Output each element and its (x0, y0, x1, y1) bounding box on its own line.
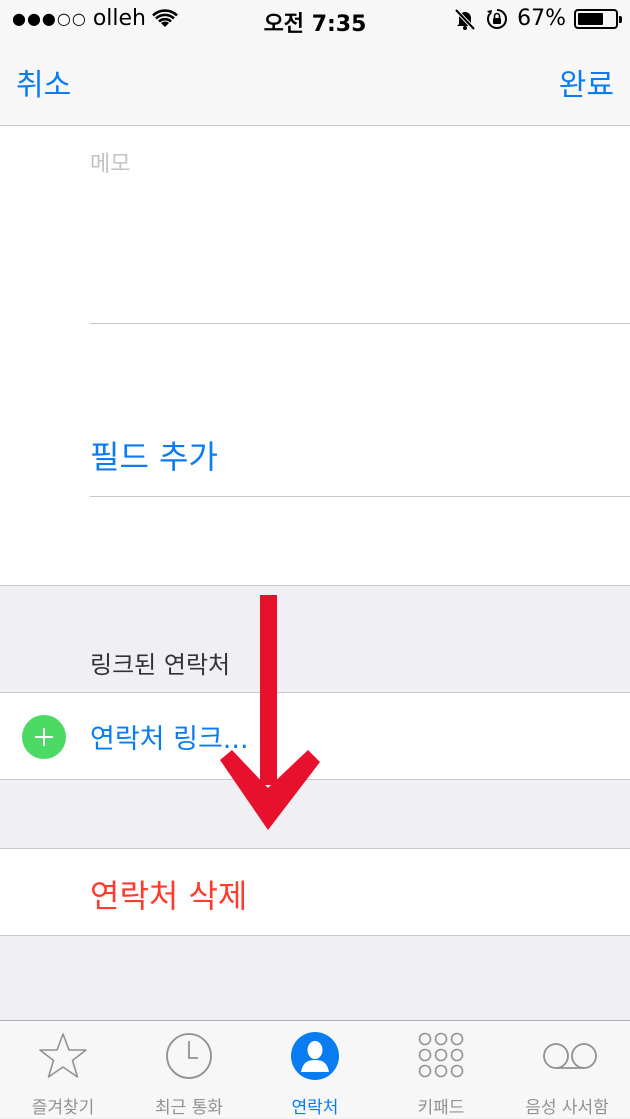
contacts-icon (291, 1032, 339, 1080)
annotation-arrow-down-icon (220, 595, 320, 830)
divider (90, 496, 630, 497)
edit-form-section: 메모 필드 추가 (0, 126, 630, 586)
add-circle-icon[interactable] (22, 715, 66, 759)
silent-bell-icon (454, 8, 476, 30)
keypad-icon (418, 1032, 464, 1078)
battery-fill (578, 12, 604, 25)
memo-field[interactable]: 메모 (90, 146, 130, 178)
tab-bar: 즐겨찾기 최근 통화 연락처 키패드 음성 사서함 (0, 1020, 630, 1118)
tab-label: 연락처 (291, 1098, 339, 1118)
status-right: 67% (453, 6, 622, 31)
cancel-button[interactable]: 취소 (16, 60, 71, 104)
delete-contact-button[interactable]: 연락처 삭제 (90, 871, 247, 917)
tab-keypad[interactable]: 키패드 (378, 1021, 504, 1119)
battery-percent: 67% (517, 6, 566, 31)
add-field-button[interactable]: 필드 추가 (90, 432, 218, 478)
tab-label: 최근 통화 (155, 1098, 223, 1118)
tab-recents[interactable]: 최근 통화 (126, 1021, 252, 1119)
tab-favorites[interactable]: 즐겨찾기 (0, 1021, 126, 1119)
plus-icon (35, 728, 53, 746)
battery-icon (574, 8, 622, 29)
tab-label: 음성 사서함 (525, 1098, 609, 1118)
divider (90, 323, 630, 324)
delete-contact-row[interactable]: 연락처 삭제 (0, 848, 630, 936)
tab-contacts[interactable]: 연락처 (252, 1021, 378, 1119)
tab-label: 키패드 (417, 1098, 465, 1118)
navigation-bar: 취소 완료 (0, 40, 630, 126)
star-icon (39, 1033, 87, 1078)
clock-icon (166, 1033, 212, 1079)
voicemail-icon (543, 1043, 597, 1069)
status-bar: ●●●○○ olleh 오전 7:35 67% (0, 0, 630, 40)
rotation-lock-icon (487, 8, 508, 29)
tab-label: 즐겨찾기 (31, 1098, 95, 1118)
done-button[interactable]: 완료 (559, 60, 614, 104)
tab-voicemail[interactable]: 음성 사서함 (504, 1021, 630, 1119)
